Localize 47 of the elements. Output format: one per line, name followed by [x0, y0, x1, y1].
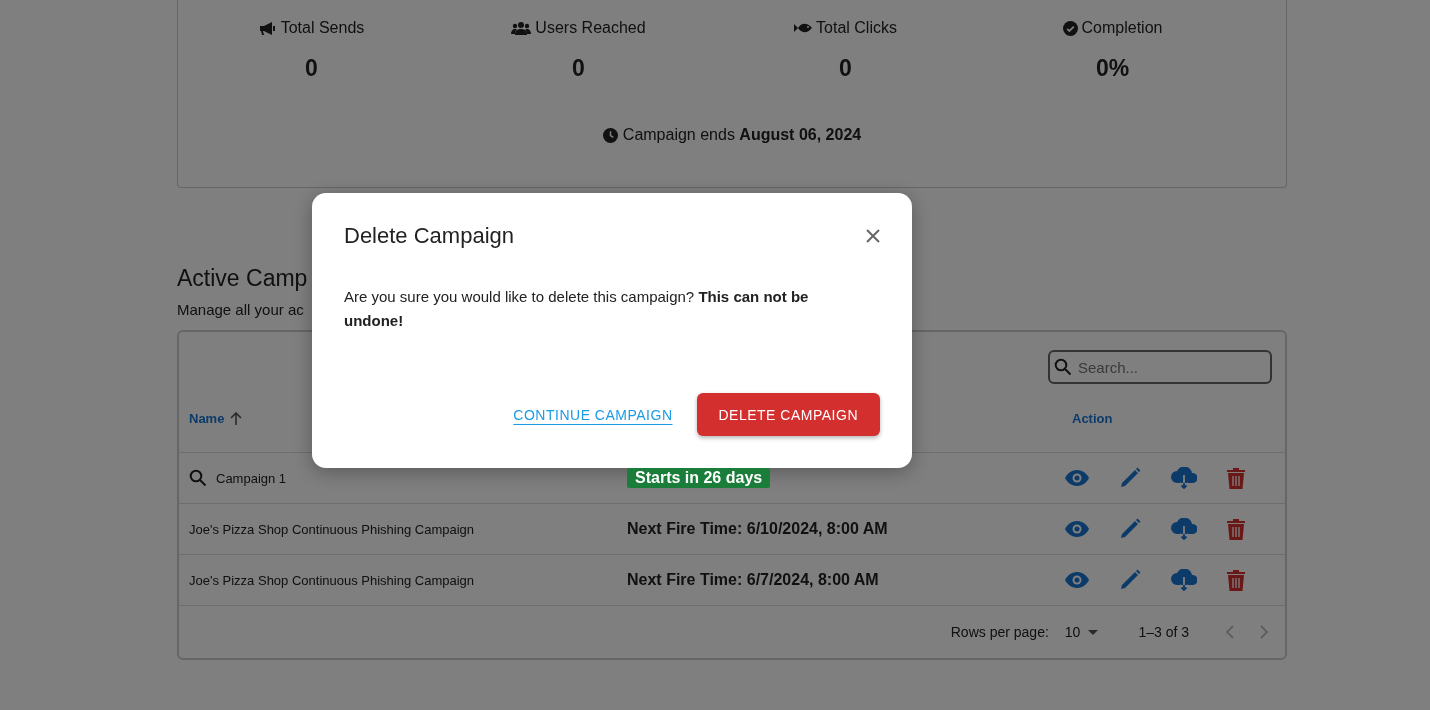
section-subtitle: Manage all your ac [177, 301, 305, 318]
pencil-icon[interactable] [1119, 569, 1141, 591]
continue-campaign-link[interactable]: CONTINUE CAMPAIGN [513, 406, 673, 423]
dialog-title: Delete Campaign [344, 223, 514, 249]
status-badge: Starts in 26 days [627, 468, 771, 488]
stat-label: Total Clicks [816, 19, 897, 37]
stat-value: 0 [839, 55, 852, 82]
cloud-download-icon[interactable] [1171, 467, 1197, 489]
campaign-end-date: Campaign ends August 06, 2024 [622, 126, 862, 144]
eye-icon[interactable] [1065, 470, 1089, 486]
campaign-name: Joe's Pizza Shop Continuous Phishing Campaign [189, 572, 475, 588]
trash-icon[interactable] [1227, 467, 1245, 489]
close-icon[interactable] [866, 229, 880, 243]
stat-value: 0% [1095, 55, 1130, 82]
megaphone-icon [258, 20, 277, 36]
fish-icon [794, 22, 813, 34]
search-field[interactable]: Search... [1048, 350, 1272, 384]
campaign-name: Campaign 1 [216, 470, 287, 486]
stat-label: Total Sends [280, 19, 365, 37]
rows-per-page-label: Rows per page: [950, 624, 1049, 640]
stat-value: 0 [572, 55, 585, 82]
cloud-download-icon[interactable] [1171, 569, 1197, 591]
next-fire-time: Next Fire Time: 6/10/2024, 8:00 AM [627, 520, 888, 538]
stat-value: 0 [305, 55, 318, 82]
campaign-name: Joe's Pizza Shop Continuous Phishing Campaign [189, 521, 475, 537]
caret-icon [1088, 629, 1099, 635]
column-header[interactable]: Name [189, 410, 243, 426]
users-icon [511, 21, 532, 35]
page-range: 1–3 of 3 [1138, 624, 1189, 640]
clock-icon [602, 127, 618, 143]
rows-per-page-select[interactable]: 10 [1064, 624, 1099, 640]
eye-icon[interactable] [1065, 521, 1089, 537]
delete-campaign-button[interactable]: DELETE CAMPAIGN [696, 393, 880, 436]
trash-icon[interactable] [1227, 569, 1245, 591]
cloud-download-icon[interactable] [1171, 518, 1197, 540]
stat-label: Completion [1081, 19, 1163, 37]
column-header[interactable]: Action [1072, 410, 1275, 426]
section-title: Active Camp [177, 265, 309, 291]
search-icon [1054, 358, 1072, 376]
next-fire-time: Next Fire Time: 6/7/2024, 8:00 AM [627, 571, 879, 589]
check-circle-icon [1062, 20, 1078, 36]
pencil-icon[interactable] [1119, 518, 1141, 540]
pencil-icon[interactable] [1119, 467, 1141, 489]
stat-label: Users Reached [535, 19, 646, 37]
eye-icon[interactable] [1065, 572, 1089, 588]
trash-icon[interactable] [1227, 518, 1245, 540]
dialog-message: Are you sure you would like to delete this campaign? This can not be undone! [344, 287, 810, 331]
